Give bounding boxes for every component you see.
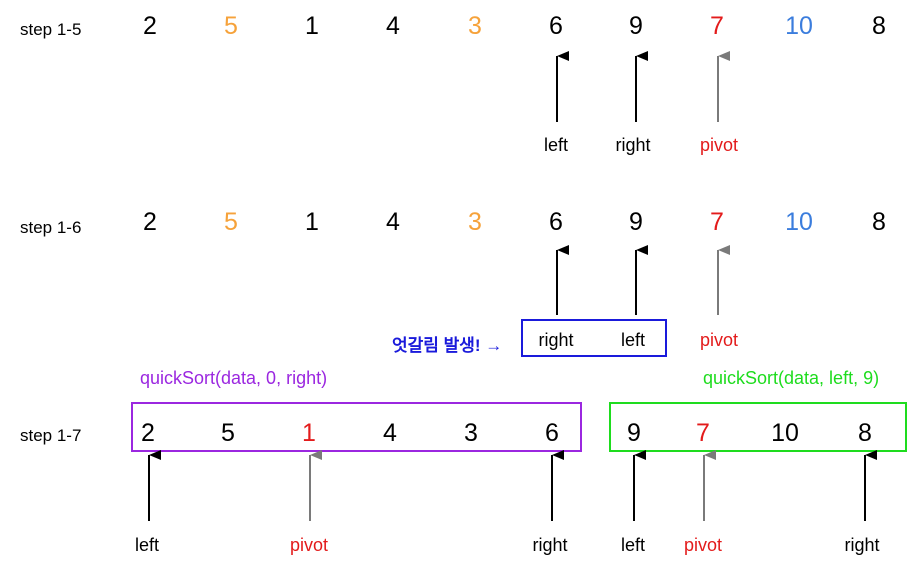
pointer-arrows — [148, 51, 877, 521]
